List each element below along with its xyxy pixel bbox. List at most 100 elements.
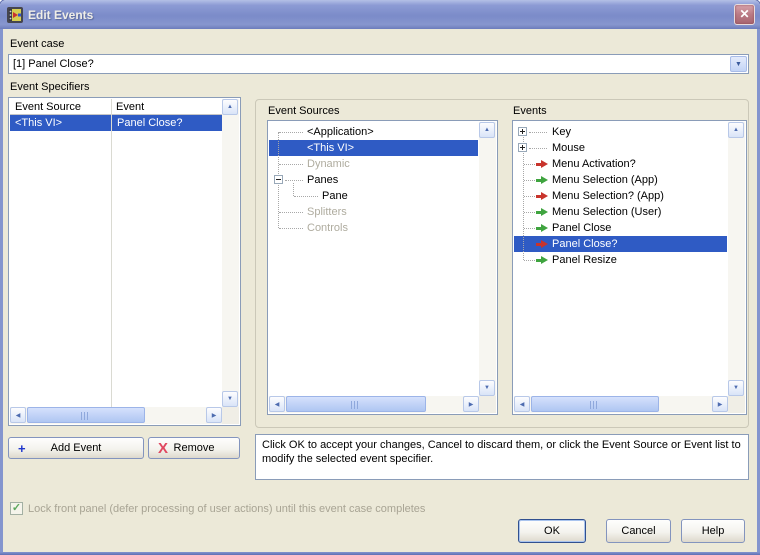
scrollbar-thumb[interactable] [531,396,659,412]
cancel-button[interactable]: Cancel [606,519,671,543]
tree-guide-line [293,183,294,196]
horizontal-scrollbar[interactable]: ◀ ▶ [269,396,479,413]
scrollbar-thumb[interactable] [286,396,426,412]
scroll-right-icon[interactable]: ▶ [712,396,728,412]
tree-item-application[interactable]: <Application> [269,124,478,140]
notify-event-icon [536,256,548,264]
edit-events-dialog: Edit Events ✕ Event case [1] Panel Close… [0,0,760,555]
tree-connector [524,196,535,197]
scroll-up-icon[interactable]: ▲ [728,122,744,138]
lock-front-panel-checkbox[interactable] [10,502,23,515]
tree-connector [529,148,547,149]
notify-event-icon [536,208,548,216]
column-divider[interactable] [111,99,112,407]
window-border-left [0,29,3,555]
table-header: Event Source Event [10,99,222,115]
tree-connector [279,212,303,213]
scroll-down-icon[interactable]: ▼ [728,380,744,396]
scroll-right-icon[interactable]: ▶ [463,396,479,412]
scrollbar-thumb[interactable] [27,407,145,423]
close-icon[interactable]: ✕ [734,4,755,25]
remove-label: Remove [173,442,215,454]
tree-item-menu-selection-user[interactable]: Menu Selection (User) [514,204,727,220]
tree-item-controls[interactable]: Controls [269,220,478,236]
tree-item-panes[interactable]: Panes [269,172,478,188]
event-case-combobox[interactable]: [1] Panel Close? ▼ [8,54,749,74]
scroll-down-icon[interactable]: ▼ [222,391,238,407]
scroll-right-icon[interactable]: ▶ [206,407,222,423]
ok-label: OK [544,525,560,537]
add-event-label: Add Event [50,442,102,454]
ok-button[interactable]: OK [518,519,586,543]
event-sources-tree: <Application> <This VI> Dynamic Panes Pa… [267,120,498,415]
scroll-left-icon[interactable]: ◀ [10,407,26,423]
tree-item-mouse[interactable]: Mouse [514,140,727,156]
tree-connector [279,132,303,133]
event-case-value: [1] Panel Close? [13,58,94,70]
tree-connector [294,196,318,197]
tree-connector [529,132,547,133]
tree-connector [524,212,535,213]
window-title: Edit Events [28,7,94,22]
vertical-scrollbar[interactable]: ▲ ▼ [479,122,496,396]
tree-item-menu-selection-app[interactable]: Menu Selection (App) [514,172,727,188]
tree-item-dynamic[interactable]: Dynamic [269,156,478,172]
tree-connector [524,180,535,181]
tree-connector [524,228,535,229]
cancel-label: Cancel [621,525,656,537]
vertical-scrollbar[interactable]: ▲ ▼ [728,122,745,396]
vertical-scrollbar[interactable]: ▲ ▼ [222,99,239,407]
labview-vi-icon [7,6,23,23]
scrollbar-corner [479,396,496,413]
remove-button[interactable]: X Remove [148,437,240,459]
lock-front-panel-label: Lock front panel (defer processing of us… [28,503,426,515]
event-source-cell: <This VI> [15,117,63,129]
table-row[interactable]: <This VI> Panel Close? [10,115,222,131]
tree-item-key[interactable]: Key [514,124,727,140]
tree-item-panel-close[interactable]: Panel Close [514,220,727,236]
scrollbar-corner [222,407,239,424]
title-bar[interactable]: Edit Events ✕ [0,0,760,29]
notify-event-icon [536,224,548,232]
expand-plus-icon[interactable] [518,143,527,152]
filter-event-icon [536,240,548,248]
scroll-left-icon[interactable]: ◀ [514,396,530,412]
scroll-left-icon[interactable]: ◀ [269,396,285,412]
column-header-event-source: Event Source [15,101,82,113]
tree-item-menu-selection-q-app[interactable]: Menu Selection? (App) [514,188,727,204]
collapse-minus-icon[interactable] [274,175,283,184]
scroll-up-icon[interactable]: ▲ [479,122,495,138]
filter-event-icon [536,160,548,168]
events-label: Events [513,105,547,117]
tree-connector [285,180,303,181]
tree-connector [524,164,535,165]
tree-item-menu-activation[interactable]: Menu Activation? [514,156,727,172]
help-label: Help [701,525,725,537]
event-sources-label: Event Sources [268,105,340,117]
tree-connector [279,228,303,229]
tree-item-pane[interactable]: Pane [269,188,478,204]
scroll-up-icon[interactable]: ▲ [222,99,238,115]
chevron-down-icon[interactable]: ▼ [730,56,747,72]
horizontal-scrollbar[interactable]: ◀ ▶ [10,407,222,424]
plus-icon: + [18,440,26,456]
tree-item-this-vi[interactable]: <This VI> [269,140,478,156]
tree-item-panel-close-q[interactable]: Panel Close? [514,236,727,252]
x-icon: X [158,439,169,457]
notify-event-icon [536,176,548,184]
scroll-down-icon[interactable]: ▼ [479,380,495,396]
tree-connector [279,164,303,165]
tree-connector [524,260,535,261]
help-button[interactable]: Help [681,519,745,543]
instructions-text-box: Click OK to accept your changes, Cancel … [255,434,749,480]
expand-plus-icon[interactable] [518,127,527,136]
column-header-event: Event [116,101,145,113]
filter-event-icon [536,192,548,200]
add-event-button[interactable]: + Add Event [8,437,144,459]
horizontal-scrollbar[interactable]: ◀ ▶ [514,396,728,413]
event-cell: Panel Close? [117,117,183,129]
scrollbar-corner [728,396,745,413]
tree-item-splitters[interactable]: Splitters [269,204,478,220]
tree-item-panel-resize[interactable]: Panel Resize [514,252,727,268]
events-tree: Key Mouse Menu Activation? Menu Selectio… [512,120,747,415]
